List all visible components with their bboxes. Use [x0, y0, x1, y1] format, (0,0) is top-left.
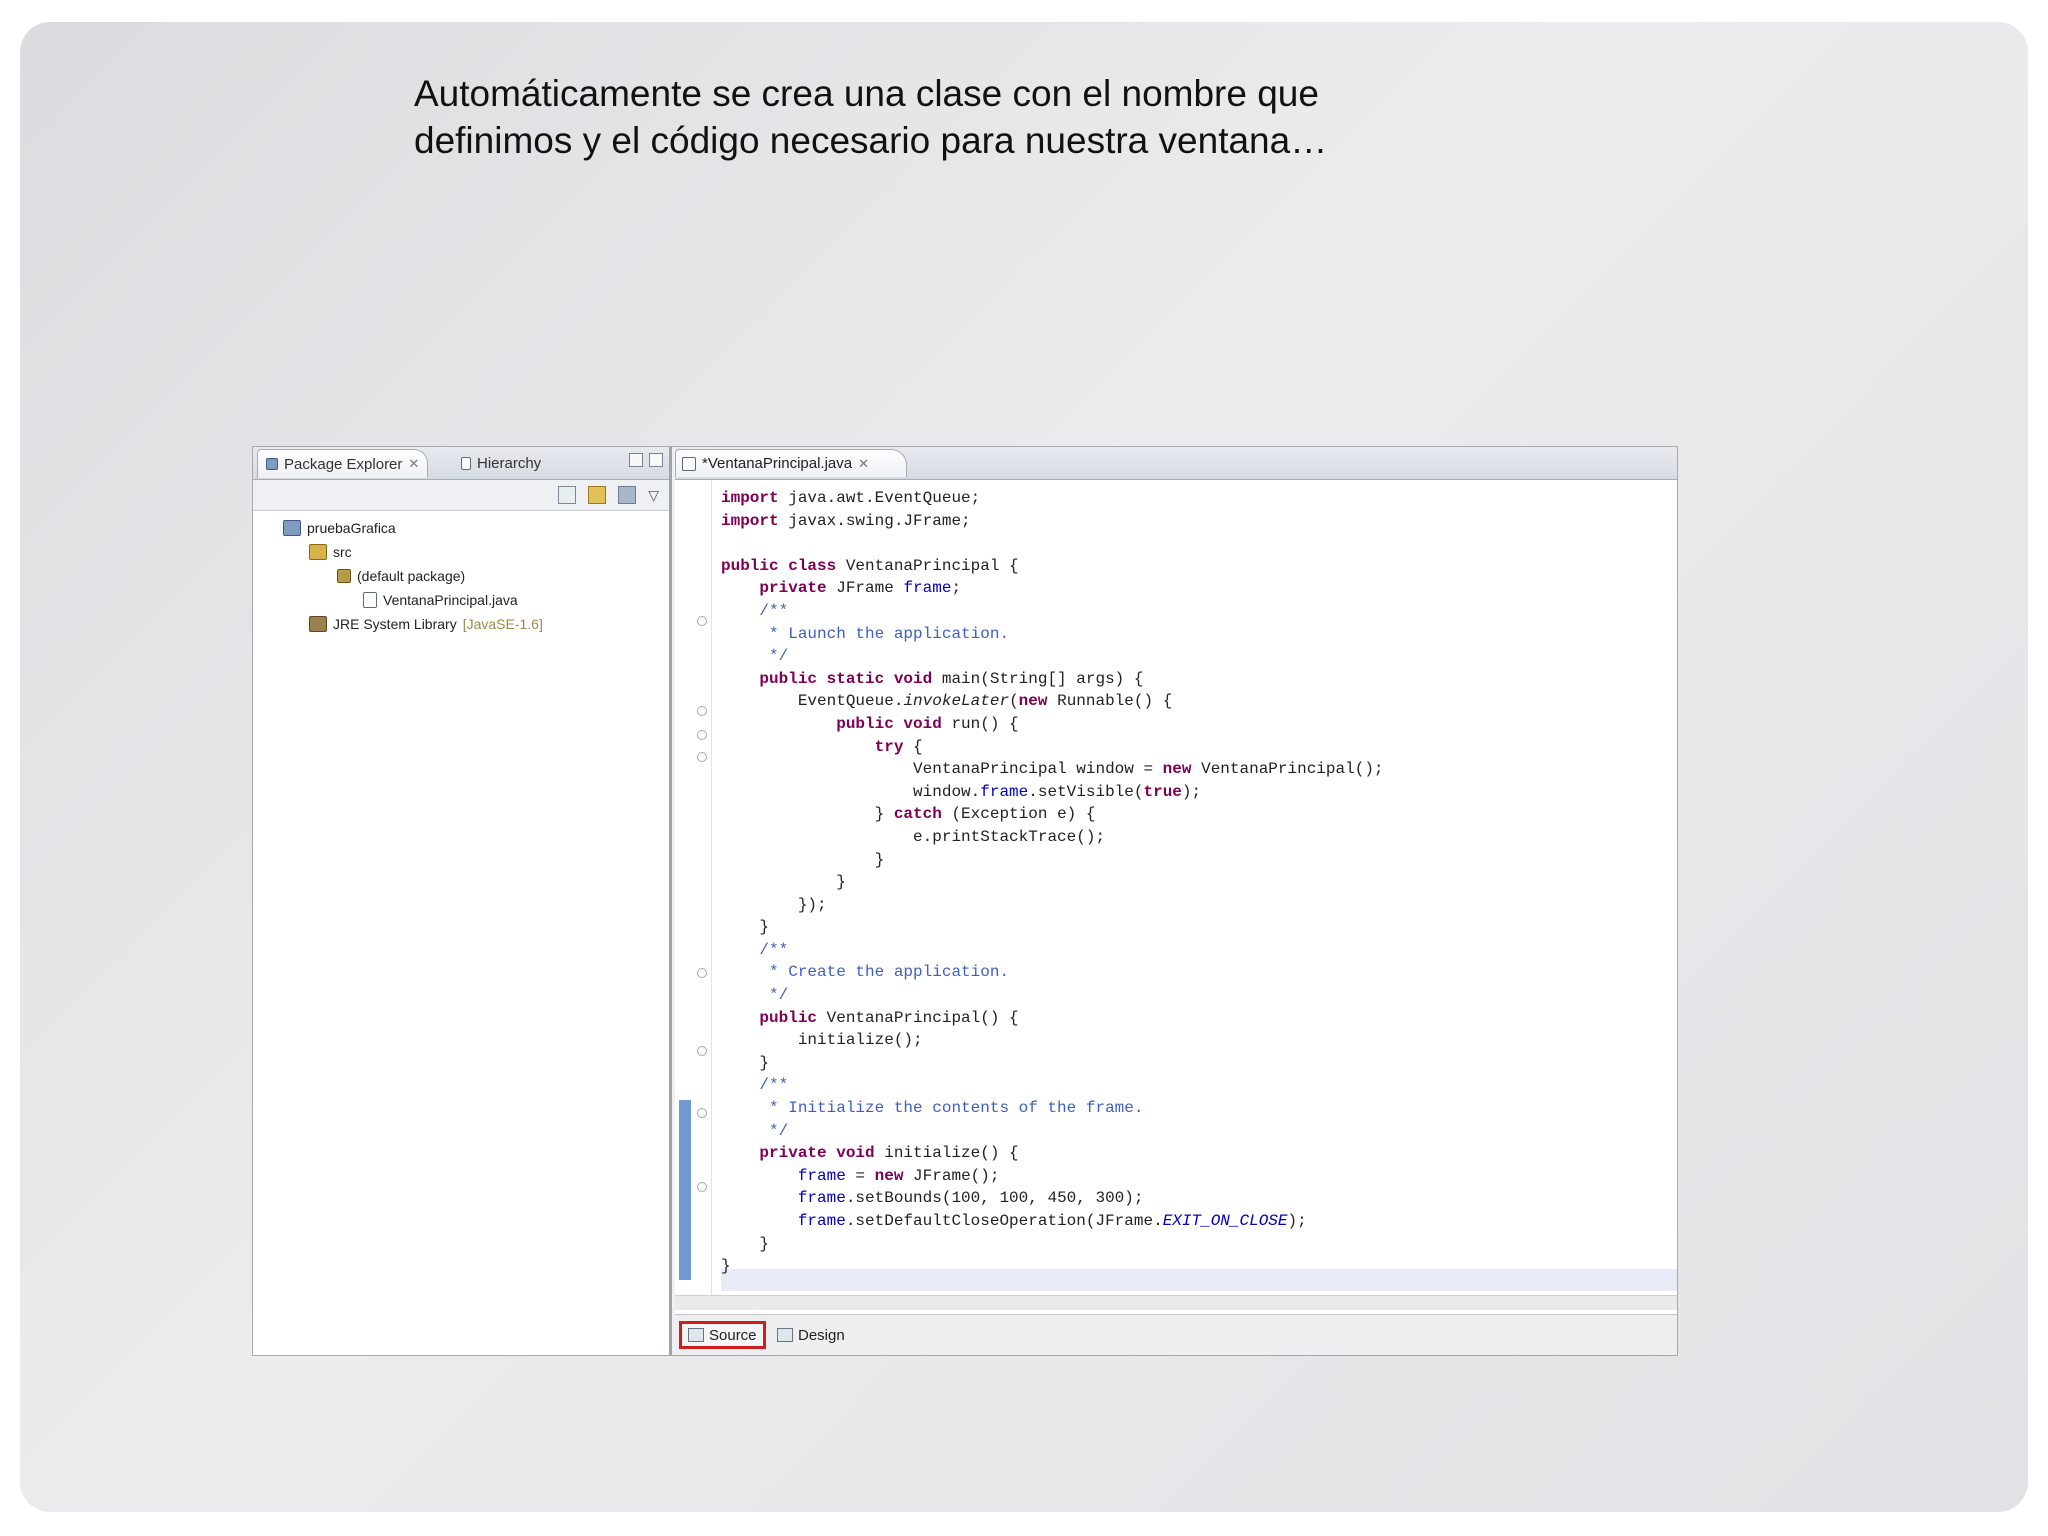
java-file-icon — [363, 592, 377, 608]
fold-icon[interactable] — [697, 706, 707, 716]
source-folder-icon — [309, 544, 327, 560]
fold-icon[interactable] — [697, 616, 707, 626]
package-explorer-panel: Package Explorer ✕ Hierarchy ▽ pruebaGra… — [253, 447, 672, 1355]
fold-icon[interactable] — [697, 968, 707, 978]
horizontal-scrollbar[interactable] — [675, 1295, 1677, 1310]
jre-library-label: JRE System Library — [333, 616, 457, 632]
tab-package-explorer-label: Package Explorer — [284, 455, 403, 473]
fold-icon[interactable] — [697, 752, 707, 762]
tree-item-src[interactable]: src — [309, 541, 352, 563]
filter-icon[interactable] — [618, 486, 637, 504]
maximize-icon[interactable] — [649, 453, 663, 467]
slide-caption: Automáticamente se crea una clase con el… — [414, 70, 1514, 164]
code-text[interactable]: import java.awt.EventQueue; import javax… — [721, 487, 1384, 1278]
explorer-toolbar: ▽ — [253, 480, 669, 511]
tab-source-label: Source — [709, 1326, 757, 1344]
fold-icon[interactable] — [697, 730, 707, 740]
default-package-label: (default package) — [357, 568, 466, 584]
tab-design-label: Design — [798, 1326, 845, 1344]
java-file-label: VentanaPrincipal.java — [383, 592, 518, 608]
left-tab-bar: Package Explorer ✕ Hierarchy — [253, 447, 669, 480]
collapse-all-icon[interactable] — [558, 486, 577, 504]
package-explorer-icon — [266, 458, 278, 470]
tab-hierarchy-label: Hierarchy — [477, 454, 542, 472]
fold-icon[interactable] — [697, 1046, 707, 1056]
tab-hierarchy[interactable]: Hierarchy — [453, 449, 549, 477]
view-controls — [629, 453, 663, 467]
editor-tab-label: *VentanaPrincipal.java — [702, 455, 853, 472]
view-menu-icon[interactable]: ▽ — [648, 486, 659, 504]
caption-line-2: definimos y el código necesario para nue… — [414, 120, 1328, 161]
package-icon — [337, 569, 351, 583]
tree-item-default-package[interactable]: (default package) — [337, 565, 465, 587]
tree-item-jre-library[interactable]: JRE System Library [JavaSE-1.6] — [309, 613, 543, 635]
link-with-editor-icon[interactable] — [588, 486, 607, 504]
close-icon[interactable]: ✕ — [858, 456, 869, 472]
project-label: pruebaGrafica — [307, 520, 396, 536]
minimize-icon[interactable] — [629, 453, 643, 467]
hierarchy-icon — [461, 456, 471, 470]
editor-bottom-tabs: Source Design — [675, 1314, 1677, 1355]
close-icon[interactable]: ✕ — [408, 456, 419, 472]
tab-package-explorer[interactable]: Package Explorer ✕ — [257, 449, 429, 478]
java-file-icon — [682, 456, 696, 471]
tree-item-project[interactable]: pruebaGrafica — [283, 517, 396, 539]
editor-ruler — [675, 480, 712, 1295]
fold-icon[interactable] — [697, 1182, 707, 1192]
src-label: src — [333, 544, 352, 560]
tree-item-java-file[interactable]: VentanaPrincipal.java — [363, 589, 518, 611]
source-icon — [688, 1328, 704, 1342]
tab-source[interactable]: Source — [679, 1321, 766, 1349]
caption-line-1: Automáticamente se crea una clase con el… — [414, 73, 1319, 114]
tab-ventana-principal[interactable]: *VentanaPrincipal.java ✕ — [675, 449, 907, 477]
design-icon — [777, 1328, 793, 1342]
jre-version-label: [JavaSE-1.6] — [462, 616, 543, 632]
ide-screenshot: Package Explorer ✕ Hierarchy ▽ pruebaGra… — [252, 446, 1678, 1356]
project-icon — [283, 520, 301, 536]
fold-icon[interactable] — [697, 1108, 707, 1118]
tab-design[interactable]: Design — [771, 1321, 851, 1349]
library-icon — [309, 616, 327, 632]
editor-tab-bar: *VentanaPrincipal.java ✕ — [675, 447, 1677, 480]
code-editor: *VentanaPrincipal.java ✕ import java.awt… — [675, 447, 1677, 1355]
change-marker — [679, 1100, 691, 1280]
